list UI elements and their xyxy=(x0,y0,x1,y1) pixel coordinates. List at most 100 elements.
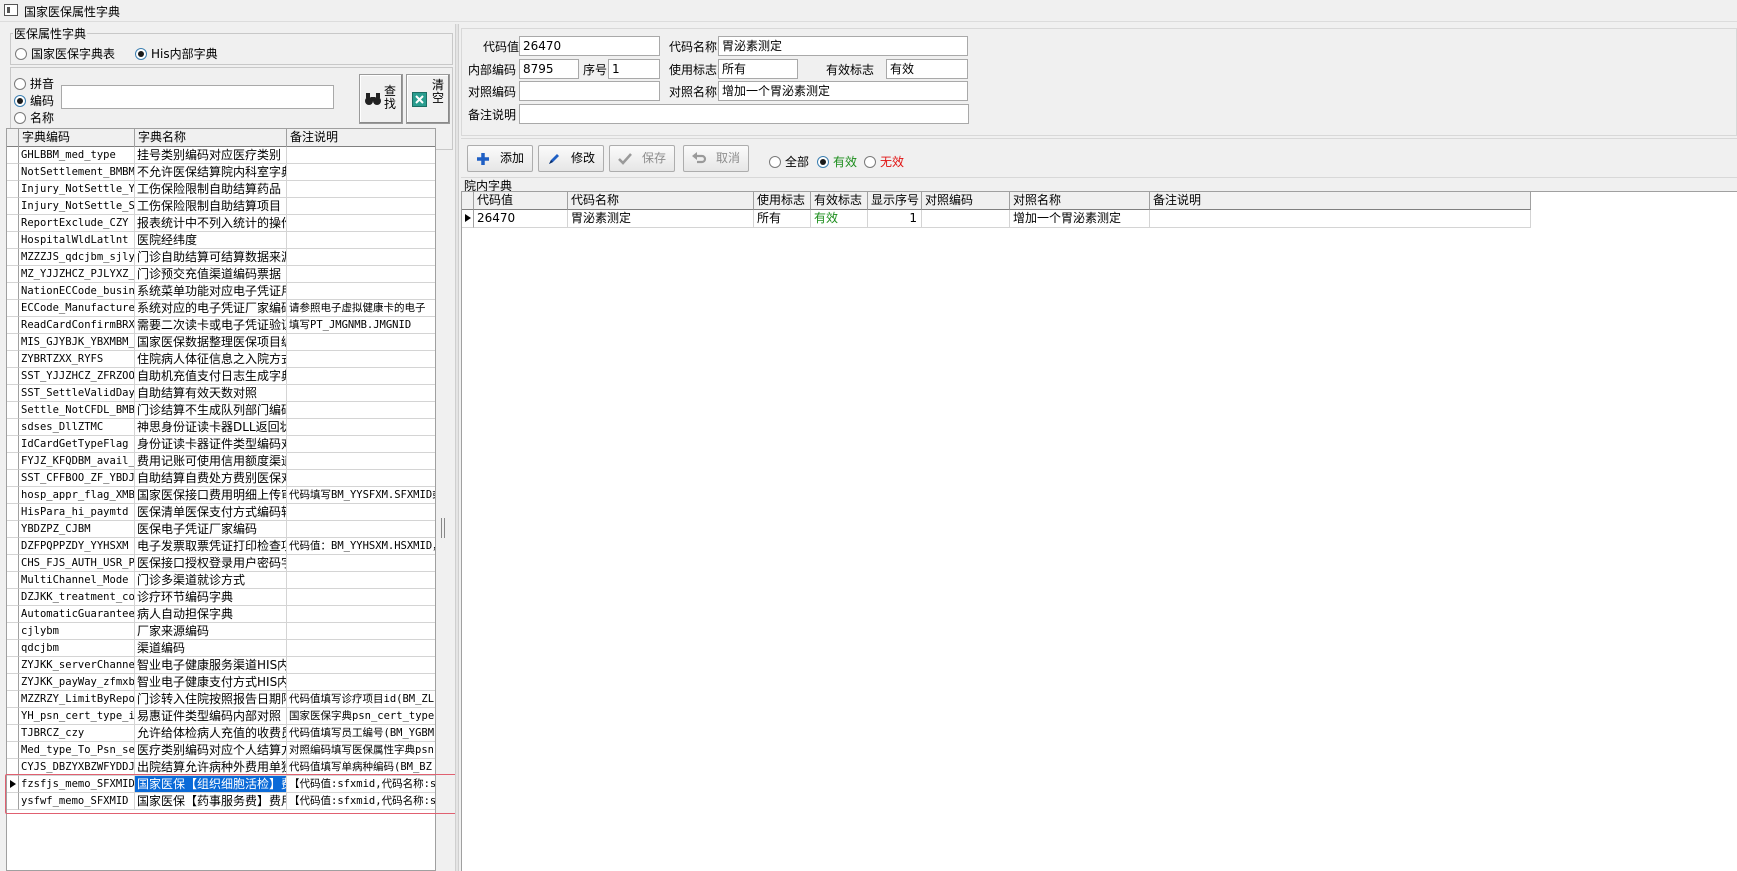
table-row[interactable]: MIS_GJYBJK_YBXMBM_国家医保数据整理医保项目编码 xyxy=(7,334,435,351)
radio-circle[interactable] xyxy=(14,112,26,124)
table-cell[interactable]: 住院病人体征信息之入院方式 xyxy=(135,351,287,368)
table-cell[interactable]: MIS_GJYBJK_YBXMBM_ xyxy=(19,334,135,351)
table-row[interactable]: HospitalWldLatlnt 医院经纬度 xyxy=(7,232,435,249)
row-indicator[interactable] xyxy=(7,674,19,691)
table-row[interactable]: MZ_YJJZHCZ_PJLYXZ_ 门诊预交充值渠道编码票据 xyxy=(7,266,435,283)
inner-header-code[interactable]: 代码值 xyxy=(474,192,568,210)
table-cell[interactable]: SST_CFFBOO_ZF_YBDJ xyxy=(19,470,135,487)
row-indicator[interactable] xyxy=(7,147,19,164)
table-cell[interactable]: MultiChannel_Mode xyxy=(19,572,135,589)
table-cell[interactable]: 智业电子健康支付方式HIS内部 xyxy=(135,674,287,691)
row-indicator[interactable] xyxy=(7,504,19,521)
table-cell[interactable]: 费用记账可使用信用额度渠道 xyxy=(135,453,287,470)
map-name-field[interactable]: 增加一个胃泌素测定 xyxy=(718,81,968,101)
table-cell[interactable]: ReadCardConfirmBRXX xyxy=(19,317,135,334)
table-cell[interactable] xyxy=(287,351,435,368)
table-cell[interactable]: YH_psn_cert_type_in xyxy=(19,708,135,725)
panel-splitter[interactable] xyxy=(455,24,459,871)
row-indicator[interactable] xyxy=(7,198,19,215)
table-cell[interactable]: AutomaticGuarantee xyxy=(19,606,135,623)
header-col-code[interactable]: 字典编码 xyxy=(19,129,135,147)
table-row[interactable]: DZJKK_treatment_code 诊疗环节编码字典 xyxy=(7,589,435,606)
table-cell[interactable]: ZYJKK_serverChannel xyxy=(19,657,135,674)
table-cell[interactable]: CHS_FJS_AUTH_USR_P xyxy=(19,555,135,572)
table-cell[interactable]: Injury_NotSettle_SF xyxy=(19,198,135,215)
table-cell[interactable]: ZYBRTZXX_RYFS xyxy=(19,351,135,368)
table-cell[interactable]: 身份证读卡器证件类型编码对照 xyxy=(135,436,287,453)
row-indicator[interactable] xyxy=(7,623,19,640)
table-cell[interactable] xyxy=(287,640,435,657)
row-indicator[interactable] xyxy=(7,657,19,674)
radio-circle[interactable] xyxy=(769,156,781,168)
row-indicator[interactable] xyxy=(7,402,19,419)
inner-cell-remark[interactable] xyxy=(1150,210,1531,228)
inner-header-remark[interactable]: 备注说明 xyxy=(1150,192,1531,210)
row-indicator[interactable] xyxy=(7,317,19,334)
table-cell[interactable]: 渠道编码 xyxy=(135,640,287,657)
table-cell[interactable]: 国家医保接口费用明细上传审批 xyxy=(135,487,287,504)
edit-button[interactable]: 修改 xyxy=(538,145,604,172)
table-row[interactable]: NationECCode_business系统菜单功能对应电子凭证用码 xyxy=(7,283,435,300)
remark-field[interactable] xyxy=(519,104,969,124)
find-button[interactable]: 查找 xyxy=(359,74,403,124)
table-cell[interactable]: 门诊多渠道就诊方式 xyxy=(135,572,287,589)
table-cell[interactable] xyxy=(287,385,435,402)
table-row[interactable]: qdcjbm 渠道编码 xyxy=(7,640,435,657)
table-cell[interactable]: cjlybm xyxy=(19,623,135,640)
row-indicator[interactable] xyxy=(7,742,19,759)
row-indicator[interactable] xyxy=(7,521,19,538)
row-indicator[interactable] xyxy=(7,436,19,453)
table-row[interactable]: cjlybm 厂家来源编码 xyxy=(7,623,435,640)
table-cell[interactable]: SST_SettleValidDay xyxy=(19,385,135,402)
table-cell[interactable]: 医保清单医保支付方式编码转换 xyxy=(135,504,287,521)
table-cell[interactable] xyxy=(287,674,435,691)
inner-header-name[interactable]: 代码名称 xyxy=(568,192,754,210)
header-col-remark[interactable]: 备注说明 xyxy=(287,129,435,147)
table-cell[interactable]: 病人自动担保字典 xyxy=(135,606,287,623)
table-cell[interactable]: DZJKK_treatment_code xyxy=(19,589,135,606)
table-row[interactable]: Injury_NotSettle_YP 工伤保险限制自助结算药品 xyxy=(7,181,435,198)
table-cell[interactable]: 报表统计中不列入统计的操作员 xyxy=(135,215,287,232)
table-cell[interactable]: 电子发票取票凭证打印检查项目 xyxy=(135,538,287,555)
table-row[interactable]: sdses_DllZTMC 神思身份证读卡器DLL返回状态 xyxy=(7,419,435,436)
table-cell[interactable] xyxy=(287,521,435,538)
table-row[interactable]: YH_psn_cert_type_in 易惠证件类型编码内部对照 国家医保字典psn… xyxy=(7,708,435,725)
table-cell[interactable]: 自助结算有效天数对照 xyxy=(135,385,287,402)
table-cell[interactable] xyxy=(287,147,435,164)
table-cell[interactable]: MZZRZY_LimitByReport xyxy=(19,691,135,708)
inner-header-map-code[interactable]: 对照编码 xyxy=(922,192,1010,210)
table-row[interactable]: SST_YJJZHCZ_ZFRZOO 自助机充值支付日志生成字典 xyxy=(7,368,435,385)
table-cell[interactable] xyxy=(287,164,435,181)
table-cell[interactable]: 不允许医保结算院内科室字典 xyxy=(135,164,287,181)
table-cell[interactable]: TJBRCZ_czy xyxy=(19,725,135,742)
table-cell[interactable]: NotSettlement_BMBM xyxy=(19,164,135,181)
row-indicator[interactable] xyxy=(7,283,19,300)
table-cell[interactable]: 代码填写BM_YYSFXM.SFXMID或 xyxy=(287,487,435,504)
row-indicator[interactable] xyxy=(7,470,19,487)
table-row[interactable]: ZYJKK_payWay_zfmxb 智业电子健康支付方式HIS内部 xyxy=(7,674,435,691)
table-row[interactable]: Med_type_To_Psn_set医疗类别编码对应个人结算方式对照编码填写医… xyxy=(7,742,435,759)
clear-button[interactable]: 清空 xyxy=(406,74,450,124)
radio-circle[interactable] xyxy=(14,95,26,107)
table-cell[interactable]: 医院经纬度 xyxy=(135,232,287,249)
table-cell[interactable]: 允许给体检病人充值的收费员 xyxy=(135,725,287,742)
table-cell[interactable]: 工伤保险限制自助结算药品 xyxy=(135,181,287,198)
table-cell[interactable]: 代码值填写诊疗项目id(BM_ZL xyxy=(287,691,435,708)
row-indicator[interactable] xyxy=(7,640,19,657)
table-cell[interactable]: SST_YJJZHCZ_ZFRZOO xyxy=(19,368,135,385)
table-row[interactable]: DZFPQPPZDY_YYHSXM电子发票取票凭证打印检查项目代码值：BM_YY… xyxy=(7,538,435,555)
table-cell[interactable] xyxy=(287,589,435,606)
table-cell[interactable]: 神思身份证读卡器DLL返回状态 xyxy=(135,419,287,436)
search-input[interactable] xyxy=(61,85,334,109)
table-cell[interactable]: 门诊预交充值渠道编码票据 xyxy=(135,266,287,283)
row-indicator[interactable] xyxy=(7,215,19,232)
radio-circle[interactable] xyxy=(135,48,147,60)
dict-grid[interactable]: 字典编码 字典名称 备注说明 GHLBBM_med_type 挂号类别编码对应医疗… xyxy=(6,128,436,871)
table-cell[interactable]: 厂家来源编码 xyxy=(135,623,287,640)
code-field[interactable]: 26470 xyxy=(519,36,660,56)
table-cell[interactable]: ReportExclude_CZY xyxy=(19,215,135,232)
inner-cell-map-name[interactable]: 增加一个胃泌素测定 xyxy=(1010,210,1150,228)
table-row[interactable]: IdCardGetTypeFlag身份证读卡器证件类型编码对照 xyxy=(7,436,435,453)
table-cell[interactable]: 门诊转入住院按照报告日期限制 xyxy=(135,691,287,708)
grid-scrollbar-grip[interactable] xyxy=(441,518,445,538)
